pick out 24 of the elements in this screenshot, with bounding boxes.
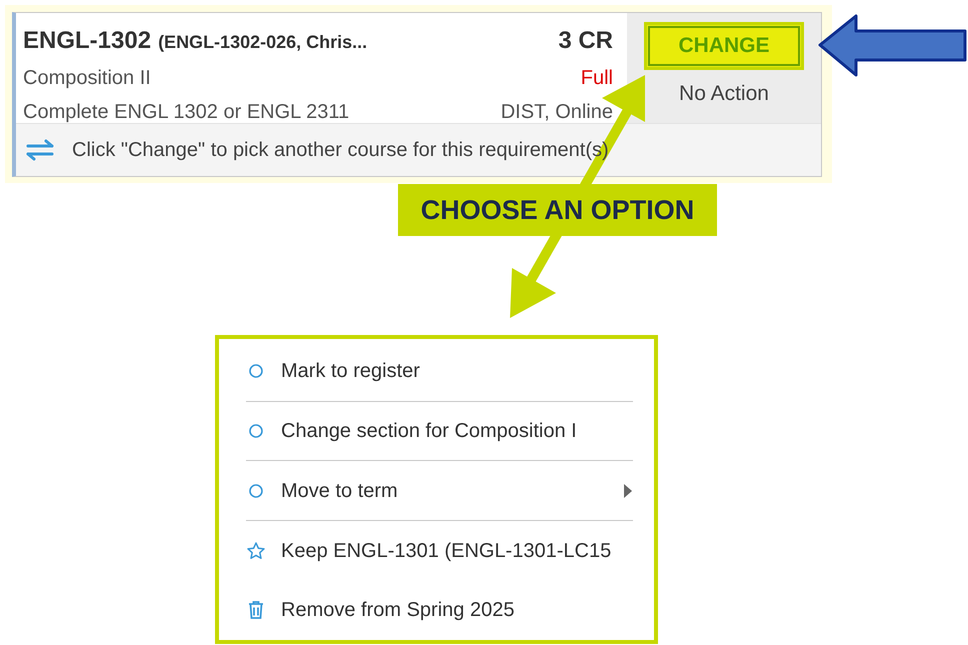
circle-icon: [248, 422, 264, 439]
menu-item[interactable]: Remove from Spring 2025: [246, 580, 633, 640]
menu-item-label: Move to term: [281, 478, 399, 504]
circle-icon: [248, 363, 264, 380]
course-title: Composition II: [23, 66, 151, 91]
requirement: Complete ENGL 1302 or ENGL 2311: [23, 100, 350, 125]
delivery-method: DIST, Online: [500, 100, 613, 125]
callout-label: CHOOSE AN OPTION: [398, 184, 717, 236]
menu-item-label: Remove from Spring 2025: [281, 598, 516, 624]
menu-item-label: Keep ENGL-1301 (ENGL-1301-LC15: [281, 538, 612, 564]
menu-item[interactable]: Change section for Composition I: [246, 402, 633, 462]
course-code: ENGL-1302: [23, 26, 152, 56]
credits: 3 CR: [558, 26, 613, 56]
star-icon: [246, 540, 266, 561]
action-state: No Action: [679, 81, 769, 107]
menu-item[interactable]: Move to term: [246, 461, 633, 521]
section-info: (ENGL-1302-026, Chris...: [158, 31, 368, 54]
menu-item-label: Change section for Composition I: [281, 418, 578, 444]
menu-item[interactable]: Keep ENGL-1301 (ENGL-1301-LC15: [246, 520, 633, 580]
seat-status: Full: [580, 66, 613, 91]
circle-icon: [248, 482, 264, 499]
trash-icon: [247, 600, 265, 620]
menu-item-label: Mark to register: [281, 359, 421, 384]
menu-item[interactable]: Mark to register: [246, 342, 633, 402]
